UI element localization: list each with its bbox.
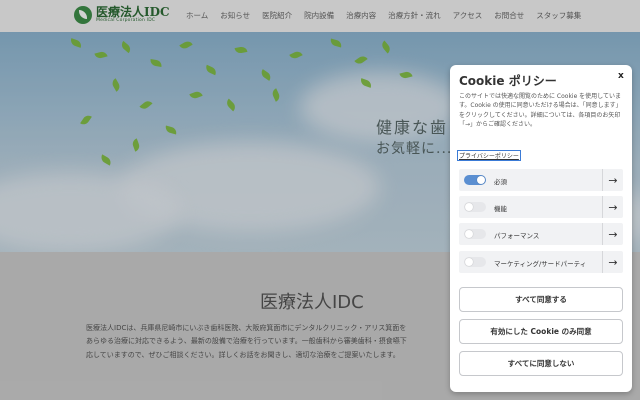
functional-toggle[interactable] bbox=[464, 202, 486, 212]
reject-all-button[interactable]: すべてに同意しない bbox=[459, 351, 623, 376]
category-label: 必須 bbox=[494, 178, 507, 186]
arrow-right-icon[interactable]: → bbox=[602, 223, 623, 245]
accept-all-button[interactable]: すべて同意する bbox=[459, 287, 623, 312]
cookie-category-functional: 機能 → bbox=[459, 196, 623, 218]
cookie-policy-dialog: Cookie ポリシー x このサイトでは快適な閲覧のために Cookie を使… bbox=[450, 65, 632, 392]
arrow-right-icon[interactable]: → bbox=[602, 169, 623, 191]
required-toggle[interactable] bbox=[464, 175, 486, 185]
category-label: 機能 bbox=[494, 205, 507, 213]
cookie-category-performance: パフォーマンス → bbox=[459, 223, 623, 245]
accept-enabled-button[interactable]: 有効にした Cookie のみ同意 bbox=[459, 319, 623, 344]
cookie-dialog-title: Cookie ポリシー bbox=[459, 74, 557, 88]
privacy-policy-link[interactable]: プライバシーポリシー bbox=[457, 150, 521, 161]
arrow-right-icon[interactable]: → bbox=[602, 251, 623, 273]
performance-toggle[interactable] bbox=[464, 229, 486, 239]
category-label: パフォーマンス bbox=[494, 232, 540, 240]
category-label: マーケティング/サードパーティ bbox=[494, 260, 587, 268]
close-button[interactable]: x bbox=[618, 71, 624, 81]
cookie-description: このサイトでは快適な閲覧のために Cookie を使用しています。Cookie … bbox=[459, 93, 622, 128]
arrow-right-icon[interactable]: → bbox=[602, 196, 623, 218]
cookie-category-marketing: マーケティング/サードパーティ → bbox=[459, 251, 623, 273]
cookie-category-required: 必須 → bbox=[459, 169, 623, 191]
marketing-toggle[interactable] bbox=[464, 257, 486, 267]
